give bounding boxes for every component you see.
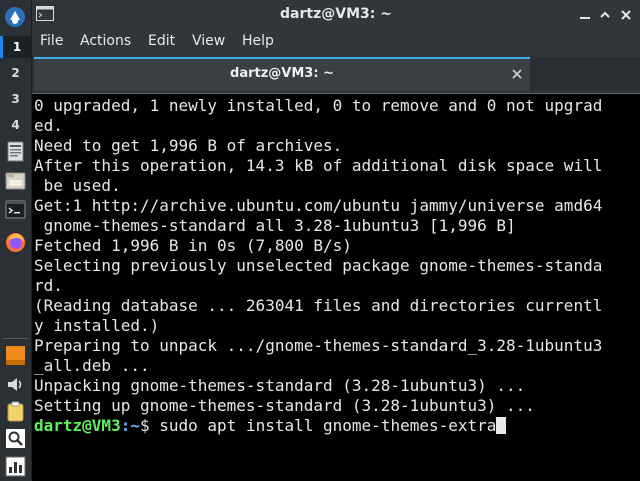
text-editor-icon[interactable] (5, 141, 26, 162)
output-line: Selecting previously unselected package … (34, 256, 603, 275)
package-icon[interactable] (5, 345, 26, 366)
command-input[interactable]: sudo apt install gnome-themes-extra (150, 416, 496, 435)
output-line: Unpacking gnome-themes-standard (3.28-1u… (34, 376, 526, 395)
output-line: be used. (34, 176, 121, 195)
output-line: Setting up gnome-themes-standard (3.28-1… (34, 396, 535, 415)
workspace-1-button[interactable]: 1 (0, 36, 31, 58)
prompt-symbol: $ (139, 416, 150, 435)
maximize-icon[interactable] (598, 8, 612, 22)
prompt-path: ~ (130, 416, 140, 435)
prompt-separator: : (120, 416, 131, 435)
dock-separator (3, 338, 28, 339)
firefox-icon[interactable] (5, 232, 26, 253)
start-menu-icon[interactable] (4, 6, 26, 28)
tab-label: dartz@VM3: ~ (230, 66, 334, 81)
output-line: Preparing to unpack .../gnome-themes-sta… (34, 336, 603, 355)
output-line: gnome-themes-standard all 3.28-1ubuntu3 … (34, 216, 516, 235)
prompt-user: dartz@VM3 (34, 416, 121, 435)
menu-actions[interactable]: Actions (80, 33, 131, 49)
output-line: rd. (34, 276, 63, 295)
output-line: Get:1 http://archive.ubuntu.com/ubuntu j… (34, 196, 603, 215)
workspace-4-button[interactable]: 4 (0, 114, 31, 136)
close-icon[interactable] (619, 8, 633, 22)
tab-close-icon[interactable] (510, 67, 524, 81)
output-line: ed. (34, 116, 63, 135)
menu-view[interactable]: View (192, 33, 225, 49)
title-bar[interactable]: dartz@VM3: ~ (32, 0, 640, 29)
terminal-icon[interactable] (5, 199, 26, 220)
tab-bar: dartz@VM3: ~ (32, 57, 640, 91)
menu-bar: File Actions Edit View Help (32, 29, 640, 55)
clipboard-icon[interactable] (5, 401, 26, 422)
output-line: Need to get 1,996 B of archives. (34, 136, 343, 155)
dock-panel: 1 2 3 4 (0, 0, 32, 480)
menu-help[interactable]: Help (242, 33, 274, 49)
text-cursor (496, 417, 507, 434)
prompt-line[interactable]: dartz@VM3:~$ sudo apt install gnome-them… (34, 416, 507, 435)
output-line: Fetched 1,996 B in 0s (7,800 B/s) (34, 236, 352, 255)
terminal-window: dartz@VM3: ~ File Actions Edit View Help… (32, 0, 640, 481)
output-line: After this operation, 14.3 kB of additio… (34, 156, 603, 175)
minimize-icon[interactable] (578, 8, 592, 22)
tab-terminal[interactable]: dartz@VM3: ~ (34, 57, 530, 91)
output-line: y installed.) (34, 316, 160, 335)
workspace-3-button[interactable]: 3 (0, 88, 31, 110)
output-line: 0 upgraded, 1 newly installed, 0 to remo… (34, 96, 603, 115)
output-line: _all.deb ... (34, 356, 150, 375)
terminal-output[interactable]: 0 upgraded, 1 newly installed, 0 to remo… (32, 93, 640, 481)
volume-icon[interactable] (5, 374, 26, 395)
workspace-2-button[interactable]: 2 (0, 62, 31, 84)
output-line: (Reading database ... 263041 files and d… (34, 296, 603, 315)
menu-edit[interactable]: Edit (148, 33, 175, 49)
menu-file[interactable]: File (40, 33, 63, 49)
file-manager-icon[interactable] (5, 170, 26, 191)
window-title: dartz@VM3: ~ (280, 6, 392, 22)
search-icon[interactable] (5, 428, 26, 449)
task-manager-icon[interactable] (5, 456, 26, 477)
